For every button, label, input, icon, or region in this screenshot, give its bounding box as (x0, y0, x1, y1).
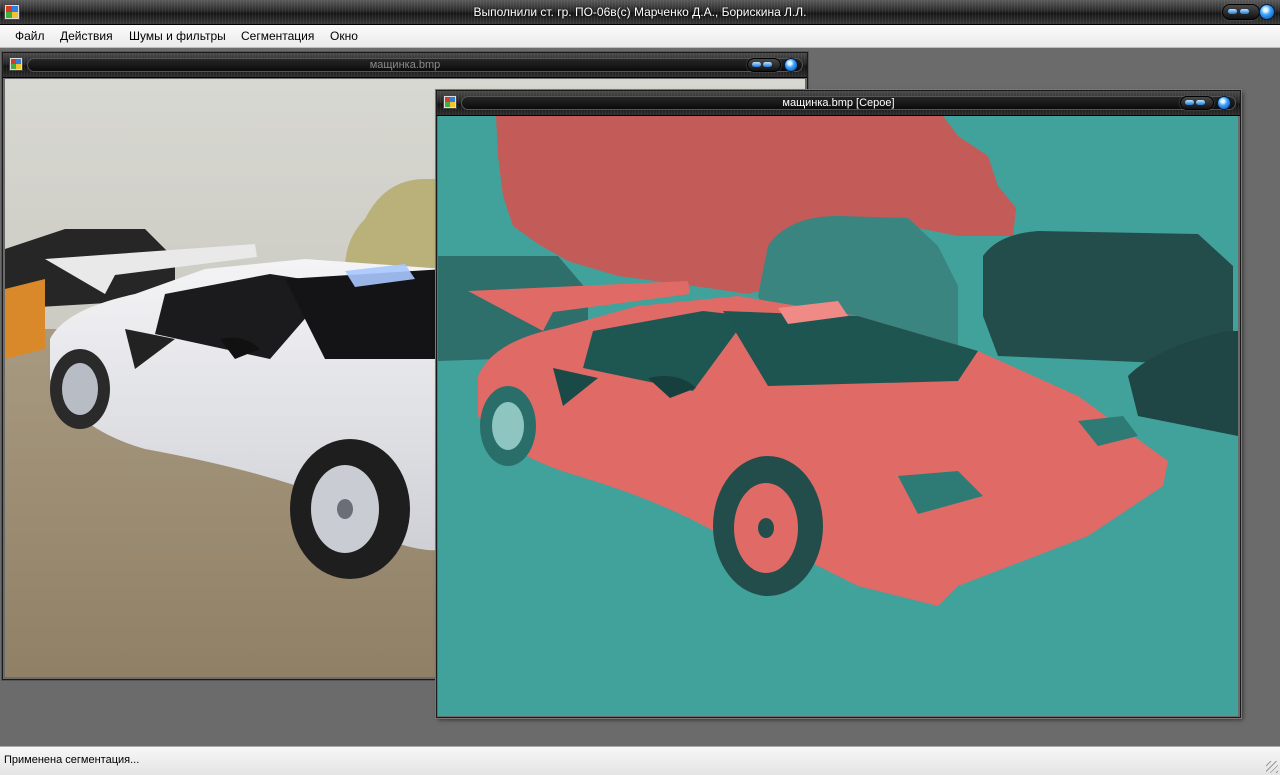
menu-segmentation[interactable]: Сегментация (241, 25, 314, 47)
resize-grip[interactable] (1266, 761, 1278, 773)
child-controls-segmented (1180, 96, 1214, 110)
child-minimize-button[interactable] (1185, 100, 1194, 105)
menu-file[interactable]: Файл (15, 25, 45, 47)
menu-bar: Файл Действия Шумы и фильтры Сегментация… (0, 25, 1280, 48)
minimize-button[interactable] (1228, 9, 1237, 14)
status-bar: Применена сегментация... (0, 746, 1280, 775)
child-title-bar-original[interactable]: мащинка.bmp (3, 53, 807, 78)
window-controls (1222, 4, 1260, 20)
child-window-segmented[interactable]: мащинка.bmp [Серое] (436, 90, 1241, 718)
child-close-button[interactable] (1217, 96, 1231, 110)
child-title-bar-segmented[interactable]: мащинка.bmp [Серое] (437, 91, 1240, 116)
segmented-image (438, 116, 1238, 716)
menu-window[interactable]: Окно (330, 25, 358, 47)
child-maximize-button[interactable] (1196, 100, 1205, 105)
child-minimize-button[interactable] (752, 62, 761, 67)
maximize-button[interactable] (1240, 9, 1249, 14)
menu-actions[interactable]: Действия (60, 25, 113, 47)
window-title: Выполнили ст. гр. ПО-06в(с) Марченко Д.А… (473, 5, 807, 19)
menu-noise-filters[interactable]: Шумы и фильтры (129, 25, 226, 47)
close-button[interactable] (1259, 4, 1275, 20)
child-close-button[interactable] (784, 58, 798, 72)
status-text: Применена сегментация... (4, 754, 140, 766)
child-maximize-button[interactable] (763, 62, 772, 67)
main-title-bar[interactable]: Выполнили ст. гр. ПО-06в(с) Марченко Д.А… (0, 0, 1280, 25)
child-controls-original (747, 58, 781, 72)
mdi-workspace: мащинка.bmp мащинка.bmp [Серое] (0, 48, 1280, 746)
child-title-segmented: мащинка.bmp [Серое] (782, 97, 895, 109)
child-title-original: мащинка.bmp (369, 59, 441, 71)
